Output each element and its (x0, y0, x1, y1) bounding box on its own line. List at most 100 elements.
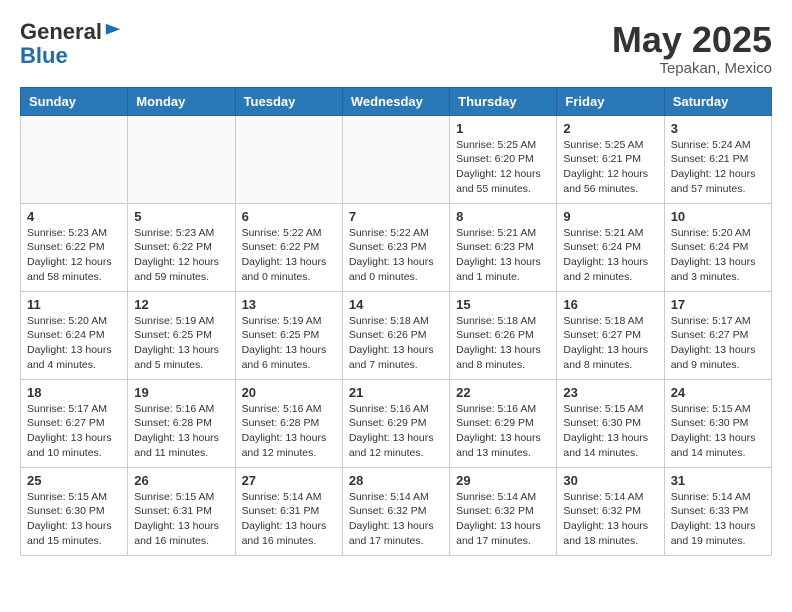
logo-general-text: General (20, 20, 102, 44)
day-info: Sunrise: 5:18 AM Sunset: 6:27 PM Dayligh… (563, 314, 657, 373)
day-number: 18 (27, 385, 121, 400)
calendar-cell: 2 Sunrise: 5:25 AM Sunset: 6:21 PM Daylig… (557, 115, 664, 203)
day-info: Sunrise: 5:15 AM Sunset: 6:30 PM Dayligh… (27, 490, 121, 549)
logo-blue-text: Blue (20, 44, 122, 68)
column-header-thursday: Thursday (450, 87, 557, 115)
day-info: Sunrise: 5:15 AM Sunset: 6:30 PM Dayligh… (563, 402, 657, 461)
calendar-cell: 8 Sunrise: 5:21 AM Sunset: 6:23 PM Daylig… (450, 203, 557, 291)
calendar-cell: 18Sunrise: 5:17 AM Sunset: 6:27 PM Dayli… (21, 379, 128, 467)
day-info: Sunrise: 5:21 AM Sunset: 6:24 PM Dayligh… (563, 226, 657, 285)
day-number: 19 (134, 385, 228, 400)
day-number: 23 (563, 385, 657, 400)
calendar-cell: 31 Sunrise: 5:14 AM Sunset: 6:33 PM Dayli… (664, 467, 771, 555)
calendar-cell: 29 Sunrise: 5:14 AM Sunset: 6:32 PM Dayli… (450, 467, 557, 555)
calendar-cell: 4 Sunrise: 5:23 AM Sunset: 6:22 PM Daylig… (21, 203, 128, 291)
day-info: Sunrise: 5:22 AM Sunset: 6:22 PM Dayligh… (242, 226, 336, 285)
column-header-saturday: Saturday (664, 87, 771, 115)
day-number: 22 (456, 385, 550, 400)
month-title: May 2025 (612, 20, 772, 60)
calendar-cell (342, 115, 449, 203)
page-header: General Blue May 2025 Tepakan, Mexico (20, 20, 772, 77)
calendar-cell: 12 Sunrise: 5:19 AM Sunset: 6:25 PM Dayli… (128, 291, 235, 379)
day-number: 24 (671, 385, 765, 400)
calendar-cell: 10 Sunrise: 5:20 AM Sunset: 6:24 PM Dayli… (664, 203, 771, 291)
day-info: Sunrise: 5:14 AM Sunset: 6:32 PM Dayligh… (563, 490, 657, 549)
day-number: 20 (242, 385, 336, 400)
logo: General Blue (20, 20, 122, 68)
day-number: 4 (27, 209, 121, 224)
day-info: Sunrise: 5:19 AM Sunset: 6:25 PM Dayligh… (134, 314, 228, 373)
calendar-cell: 23 Sunrise: 5:15 AM Sunset: 6:30 PM Dayli… (557, 379, 664, 467)
day-number: 12 (134, 297, 228, 312)
calendar-cell: 17 Sunrise: 5:17 AM Sunset: 6:27 PM Dayli… (664, 291, 771, 379)
calendar-cell: 7 Sunrise: 5:22 AM Sunset: 6:23 PM Daylig… (342, 203, 449, 291)
day-info: Sunrise: 5:14 AM Sunset: 6:32 PM Dayligh… (456, 490, 550, 549)
day-info: Sunrise: 5:14 AM Sunset: 6:33 PM Dayligh… (671, 490, 765, 549)
calendar-cell: 16 Sunrise: 5:18 AM Sunset: 6:27 PM Dayli… (557, 291, 664, 379)
day-info: Sunrise: 5:23 AM Sunset: 6:22 PM Dayligh… (134, 226, 228, 285)
column-header-tuesday: Tuesday (235, 87, 342, 115)
calendar-cell: 6 Sunrise: 5:22 AM Sunset: 6:22 PM Daylig… (235, 203, 342, 291)
day-info: Sunrise: 5:15 AM Sunset: 6:31 PM Dayligh… (134, 490, 228, 549)
day-number: 14 (349, 297, 443, 312)
calendar-cell: 5 Sunrise: 5:23 AM Sunset: 6:22 PM Daylig… (128, 203, 235, 291)
day-info: Sunrise: 5:23 AM Sunset: 6:22 PM Dayligh… (27, 226, 121, 285)
day-info: Sunrise: 5:16 AM Sunset: 6:29 PM Dayligh… (349, 402, 443, 461)
calendar-cell: 19 Sunrise: 5:16 AM Sunset: 6:28 PM Dayli… (128, 379, 235, 467)
day-info: Sunrise: 5:14 AM Sunset: 6:31 PM Dayligh… (242, 490, 336, 549)
location-text: Tepakan, Mexico (612, 60, 772, 77)
calendar-cell: 27 Sunrise: 5:14 AM Sunset: 6:31 PM Dayli… (235, 467, 342, 555)
calendar-cell: 30 Sunrise: 5:14 AM Sunset: 6:32 PM Dayli… (557, 467, 664, 555)
day-info: Sunrise: 5:18 AM Sunset: 6:26 PM Dayligh… (456, 314, 550, 373)
title-block: May 2025 Tepakan, Mexico (612, 20, 772, 77)
day-number: 17 (671, 297, 765, 312)
calendar-cell (128, 115, 235, 203)
calendar-cell: 26 Sunrise: 5:15 AM Sunset: 6:31 PM Dayli… (128, 467, 235, 555)
day-info: Sunrise: 5:17 AM Sunset: 6:27 PM Dayligh… (671, 314, 765, 373)
calendar-cell (21, 115, 128, 203)
day-info: Sunrise: 5:20 AM Sunset: 6:24 PM Dayligh… (671, 226, 765, 285)
day-info: Sunrise: 5:20 AM Sunset: 6:24 PM Dayligh… (27, 314, 121, 373)
day-number: 31 (671, 473, 765, 488)
day-info: Sunrise: 5:16 AM Sunset: 6:29 PM Dayligh… (456, 402, 550, 461)
day-number: 10 (671, 209, 765, 224)
day-number: 30 (563, 473, 657, 488)
day-number: 2 (563, 121, 657, 136)
day-info: Sunrise: 5:22 AM Sunset: 6:23 PM Dayligh… (349, 226, 443, 285)
day-number: 8 (456, 209, 550, 224)
day-info: Sunrise: 5:21 AM Sunset: 6:23 PM Dayligh… (456, 226, 550, 285)
day-number: 7 (349, 209, 443, 224)
day-info: Sunrise: 5:18 AM Sunset: 6:26 PM Dayligh… (349, 314, 443, 373)
calendar-cell: 13 Sunrise: 5:19 AM Sunset: 6:25 PM Dayli… (235, 291, 342, 379)
day-number: 5 (134, 209, 228, 224)
calendar-cell: 24 Sunrise: 5:15 AM Sunset: 6:30 PM Dayli… (664, 379, 771, 467)
day-info: Sunrise: 5:24 AM Sunset: 6:21 PM Dayligh… (671, 138, 765, 197)
day-number: 21 (349, 385, 443, 400)
day-number: 1 (456, 121, 550, 136)
day-number: 26 (134, 473, 228, 488)
day-info: Sunrise: 5:16 AM Sunset: 6:28 PM Dayligh… (134, 402, 228, 461)
column-header-monday: Monday (128, 87, 235, 115)
column-header-friday: Friday (557, 87, 664, 115)
day-number: 29 (456, 473, 550, 488)
day-number: 16 (563, 297, 657, 312)
calendar-table: SundayMondayTuesdayWednesdayThursdayFrid… (20, 87, 772, 556)
logo-flag-icon (104, 22, 122, 40)
day-info: Sunrise: 5:15 AM Sunset: 6:30 PM Dayligh… (671, 402, 765, 461)
calendar-cell: 14 Sunrise: 5:18 AM Sunset: 6:26 PM Dayli… (342, 291, 449, 379)
day-number: 13 (242, 297, 336, 312)
calendar-cell: 25 Sunrise: 5:15 AM Sunset: 6:30 PM Dayli… (21, 467, 128, 555)
day-number: 25 (27, 473, 121, 488)
day-number: 6 (242, 209, 336, 224)
calendar-cell: 21 Sunrise: 5:16 AM Sunset: 6:29 PM Dayli… (342, 379, 449, 467)
day-number: 28 (349, 473, 443, 488)
day-info: Sunrise: 5:25 AM Sunset: 6:21 PM Dayligh… (563, 138, 657, 197)
day-number: 9 (563, 209, 657, 224)
column-header-sunday: Sunday (21, 87, 128, 115)
day-number: 11 (27, 297, 121, 312)
day-info: Sunrise: 5:19 AM Sunset: 6:25 PM Dayligh… (242, 314, 336, 373)
calendar-cell: 28 Sunrise: 5:14 AM Sunset: 6:32 PM Dayli… (342, 467, 449, 555)
day-number: 27 (242, 473, 336, 488)
day-info: Sunrise: 5:14 AM Sunset: 6:32 PM Dayligh… (349, 490, 443, 549)
calendar-cell: 3Sunrise: 5:24 AM Sunset: 6:21 PM Daylig… (664, 115, 771, 203)
